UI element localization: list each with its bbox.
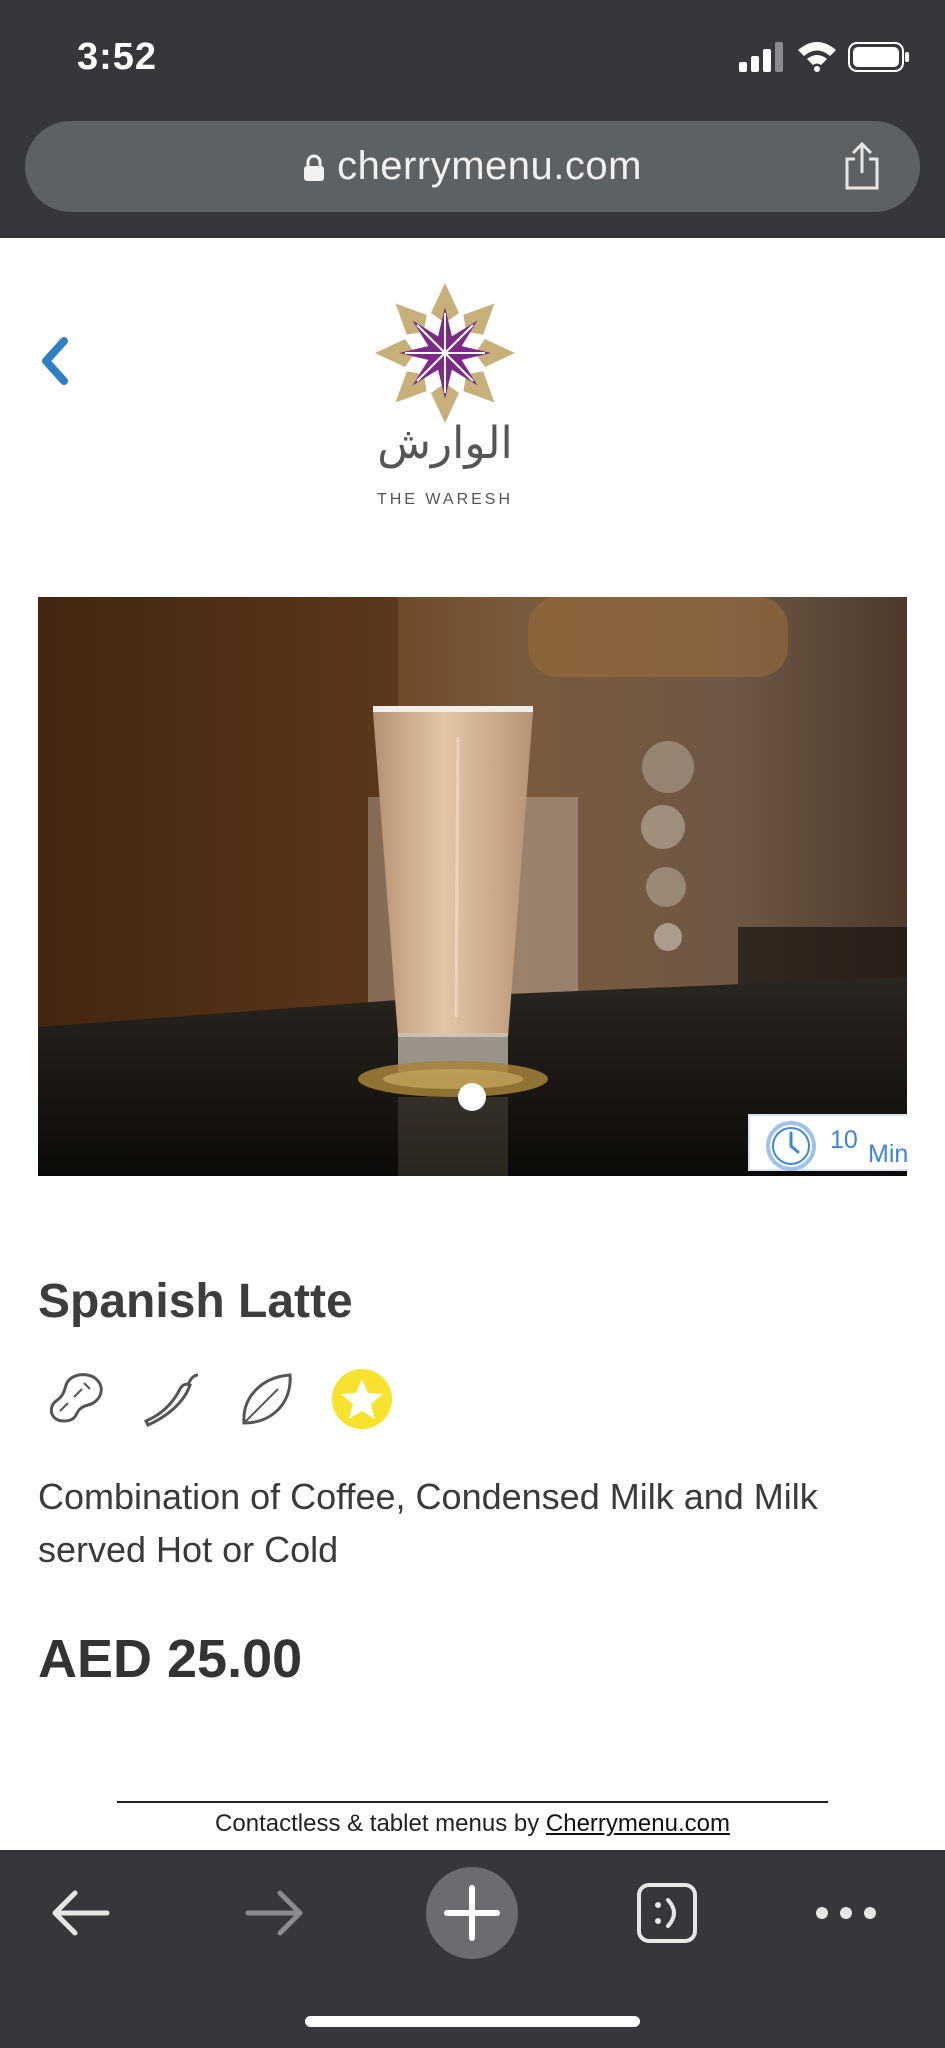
more-menu-icon[interactable]	[812, 1878, 880, 1948]
item-description: Combination of Coffee, Condensed Milk an…	[38, 1476, 818, 1570]
browser-top-chrome: 3:52 cherrymenu.com	[0, 0, 945, 238]
peanut-icon	[49, 1373, 103, 1423]
footer-credit-text: Contactless & tablet menus by	[215, 1810, 546, 1837]
item-photo[interactable]: 10 Mins	[38, 597, 907, 1176]
browser-bottom-toolbar	[0, 1850, 945, 2048]
footer-credit: Contactless & tablet menus by Cherrymenu…	[0, 1810, 945, 1838]
share-icon[interactable]	[842, 141, 882, 191]
leaf-icon	[242, 1373, 292, 1425]
url-text[interactable]: cherrymenu.com	[337, 144, 642, 189]
address-bar[interactable]: cherrymenu.com	[25, 121, 920, 212]
prep-time-badge: 10 Mins	[748, 1114, 907, 1171]
chili-icon	[143, 1373, 199, 1427]
status-time: 3:52	[77, 36, 158, 78]
cellular-signal-icon	[739, 42, 783, 72]
tabs-switcher-icon[interactable]	[632, 1878, 702, 1948]
clock-icon	[766, 1121, 816, 1171]
prep-time-unit: Mins	[868, 1140, 907, 1168]
latte-photo-illustration	[38, 597, 907, 1176]
restaurant-logo	[375, 283, 515, 423]
home-indicator	[305, 2016, 640, 2027]
cherrymenu-link[interactable]: Cherrymenu.com	[546, 1810, 730, 1837]
carousel-dot[interactable]	[458, 1083, 486, 1111]
logo-arabic-text: الوارش	[377, 418, 513, 469]
dietary-tags	[44, 1367, 404, 1431]
logo-english-text: THE WARESH	[376, 491, 514, 508]
item-title: Spanish Latte	[38, 1275, 353, 1328]
footer-divider	[117, 1801, 828, 1803]
prep-time-value: 10	[830, 1126, 858, 1154]
star-badge-icon	[332, 1369, 392, 1429]
wifi-icon	[798, 42, 836, 72]
lock-icon	[304, 154, 325, 181]
back-chevron-icon[interactable]	[36, 335, 72, 387]
battery-icon	[848, 42, 909, 72]
forward-arrow-icon[interactable]	[240, 1878, 310, 1948]
item-price: AED 25.00	[38, 1629, 303, 1689]
back-arrow-icon[interactable]	[45, 1878, 115, 1948]
new-tab-plus-icon[interactable]	[425, 1866, 519, 1960]
